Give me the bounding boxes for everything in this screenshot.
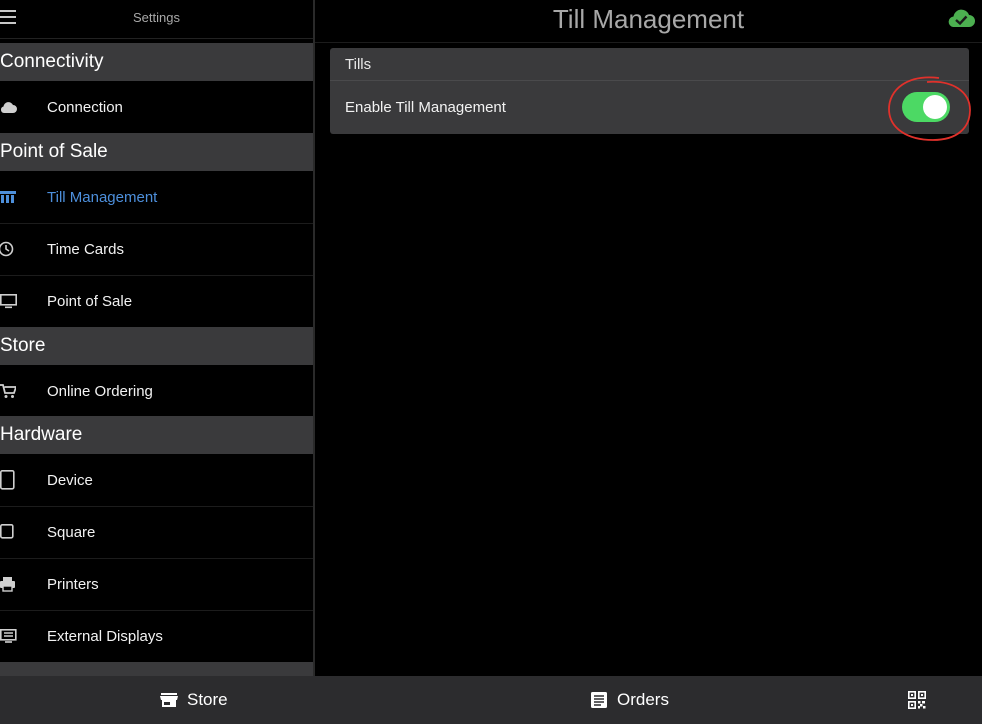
- header-divider: [315, 42, 982, 43]
- section-header-store: Store: [0, 327, 313, 365]
- monitor-icon: [0, 292, 18, 310]
- enable-till-management-toggle[interactable]: [902, 92, 950, 122]
- sidebar-item-label: External Displays: [47, 627, 163, 645]
- card-divider: [330, 80, 969, 81]
- sidebar-item-label: Till Management: [47, 188, 158, 206]
- tab-label: Store: [187, 690, 228, 709]
- sidebar-item-external-displays[interactable]: External Displays: [0, 610, 313, 663]
- printer-icon: [0, 575, 18, 593]
- sidebar-item-printers[interactable]: Printers: [0, 558, 313, 611]
- external-display-icon: [0, 627, 18, 645]
- enable-till-management-label: Enable Till Management: [345, 99, 506, 116]
- qr-code-icon: [908, 691, 926, 709]
- sidebar-divider: [313, 0, 315, 676]
- bottom-tab-bar: Store Orders: [0, 676, 982, 724]
- tab-store[interactable]: Store: [160, 676, 228, 724]
- cart-icon: [0, 382, 18, 400]
- sidebar-title: Settings: [133, 10, 180, 25]
- card-title: Tills: [345, 56, 372, 73]
- sidebar-item-till-management[interactable]: Till Management: [0, 171, 313, 224]
- sidebar-header: Settings: [0, 0, 313, 39]
- sidebar-item-online-ordering[interactable]: Online Ordering: [0, 365, 313, 418]
- sidebar-item-label: Time Cards: [47, 240, 124, 258]
- sidebar-item-square[interactable]: Square: [0, 506, 313, 559]
- sidebar: Settings Connectivity Connection Point o…: [0, 0, 313, 676]
- tab-label: Orders: [617, 690, 669, 709]
- sidebar-item-label: Connection: [47, 98, 123, 116]
- sidebar-item-label: Square: [47, 523, 96, 541]
- section-header-hardware: Hardware: [0, 416, 313, 454]
- section-header-connectivity: Connectivity: [0, 43, 313, 81]
- tab-orders[interactable]: Orders: [590, 676, 669, 724]
- cloud-check-icon[interactable]: [946, 7, 976, 29]
- sidebar-item-device[interactable]: Device: [0, 454, 313, 507]
- toggle-knob: [923, 95, 947, 119]
- sidebar-item-connection[interactable]: Connection: [0, 81, 313, 134]
- section-header-point-of-sale: Point of Sale: [0, 133, 313, 171]
- orders-icon: [590, 691, 608, 709]
- sidebar-item-label: Printers: [47, 575, 99, 593]
- square-icon: [0, 523, 18, 541]
- qr-code-button[interactable]: [908, 676, 926, 724]
- cloud-icon: [0, 98, 18, 116]
- page-title: Till Management: [552, 4, 745, 34]
- sidebar-item-point-of-sale[interactable]: Point of Sale: [0, 275, 313, 328]
- section-header-partial: [0, 662, 313, 676]
- sidebar-item-label: Online Ordering: [47, 382, 153, 400]
- sidebar-item-time-cards[interactable]: Time Cards: [0, 223, 313, 276]
- tablet-icon: [0, 470, 18, 490]
- store-icon: [160, 691, 178, 709]
- sidebar-item-label: Device: [47, 471, 93, 489]
- clock-icon: [0, 240, 18, 258]
- till-icon: [0, 188, 18, 206]
- tills-card: Tills Enable Till Management: [330, 48, 969, 134]
- sidebar-item-label: Point of Sale: [47, 292, 133, 310]
